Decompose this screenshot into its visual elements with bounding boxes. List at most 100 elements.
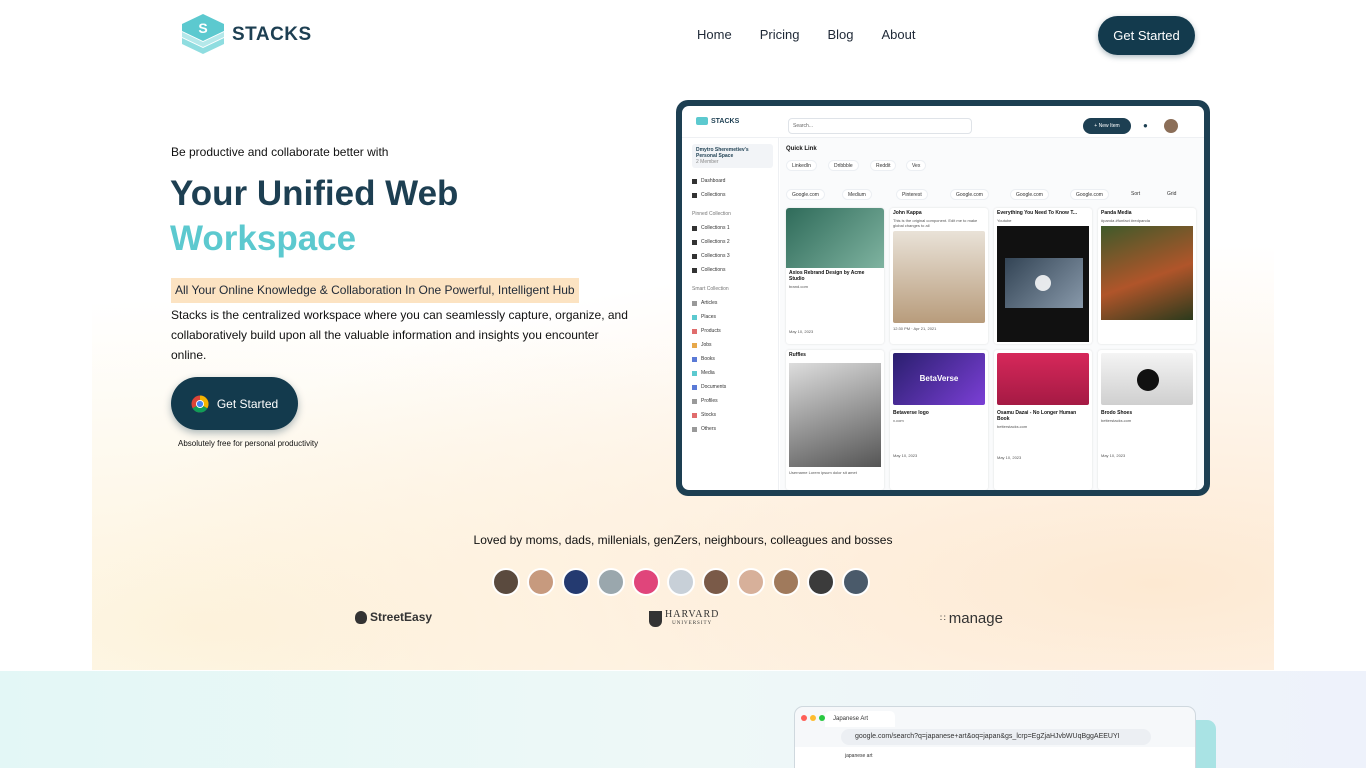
grid-icon <box>692 253 697 259</box>
browser-search-text: japanese art <box>845 753 873 759</box>
hero-title-line2: Workspace <box>170 219 357 258</box>
mock-sidebar-label: Articles <box>701 300 718 306</box>
harvard-shield-icon <box>649 611 662 627</box>
mock-sidebar-label: Collections <box>701 267 726 273</box>
mock-card-sub: betterstacks.com <box>997 424 1028 429</box>
mock-sidebar-label: Documents <box>701 384 727 390</box>
mock-card-image <box>893 231 985 323</box>
minimize-dot-icon <box>810 715 816 721</box>
home-icon <box>692 178 697 184</box>
mock-sort-button: Sort <box>1131 191 1141 197</box>
mock-card-title: Panda Media <box>1101 210 1132 216</box>
mock-filter-chip: Pinterest <box>896 189 928 200</box>
brand-label: HARVARD <box>665 609 720 620</box>
mock-smart-item: Media <box>692 370 715 376</box>
mock-sidebar-label: Products <box>701 328 721 334</box>
mock-grid-button: Grid <box>1167 191 1177 197</box>
mock-pinned-title: Pinned Collection <box>692 211 731 217</box>
mock-topbar: STACKS Search... + New Item ● <box>682 106 1204 138</box>
mock-card-date: May 10, 2023 <box>1101 453 1126 458</box>
mock-card-sub: betterstacks.com <box>1101 418 1132 423</box>
mock-smart-item: Stocks <box>692 412 716 418</box>
grid-icon <box>692 239 697 245</box>
mock-sidebar-label: Books <box>701 356 715 362</box>
avatar <box>492 568 520 596</box>
mock-card-image <box>1101 226 1193 320</box>
mock-filter-chip: Google.com <box>950 189 989 200</box>
mock-card: Axios Rebrand Design by Acme Studio bran… <box>786 208 884 344</box>
mock-card-title: Betaverse logo <box>893 410 929 416</box>
avatar <box>772 568 800 596</box>
jobs-icon <box>692 342 697 348</box>
mock-quick-link: Reddit <box>870 160 897 171</box>
site-logo[interactable]: S STACKS <box>178 14 312 56</box>
avatar <box>842 568 870 596</box>
mock-quick-link-title: Quick Link <box>786 146 817 152</box>
mock-quick-link: Vex <box>906 160 927 171</box>
mock-logo: STACKS <box>696 117 739 125</box>
avatar <box>807 568 835 596</box>
mock-card-sub: #panda #funfact #redpanda <box>1101 218 1150 223</box>
mock-bell-icon: ● <box>1143 121 1148 130</box>
mock-card-video <box>997 226 1089 342</box>
mock-card-sub: brand.com <box>789 284 808 289</box>
mock-sidebar-label: Collections 1 <box>701 225 730 231</box>
avatar <box>597 568 625 596</box>
mock-main: Quick Link LinkedIn Dribbble Reddit Vex … <box>780 138 1204 490</box>
nav-home[interactable]: Home <box>697 27 732 42</box>
mock-smart-item: Documents <box>692 384 726 390</box>
brand-manage: ∷ manage <box>940 610 1003 627</box>
mock-filter-chip: Google.com <box>1010 189 1049 200</box>
mock-card-title: Brodo Shoes <box>1101 410 1133 416</box>
logo-text: STACKS <box>232 24 312 45</box>
app-screenshot-inner: STACKS Search... + New Item ● Dmytro She… <box>682 106 1204 490</box>
places-icon <box>692 314 697 320</box>
avatar <box>737 568 765 596</box>
mock-card: Brodo Shoes betterstacks.com May 10, 202… <box>1098 350 1196 490</box>
nav-about[interactable]: About <box>881 27 915 42</box>
hero-cta-label: Get Started <box>216 396 279 411</box>
mock-card: Everything You Need To Know T... Youtube <box>994 208 1092 344</box>
brand-sublabel: UNIVERSITY <box>672 621 713 626</box>
hero-highlight: All Your Online Knowledge & Collaboratio… <box>171 278 579 303</box>
grid-icon <box>692 192 697 198</box>
mock-card-image <box>1101 353 1193 405</box>
dots-icon: ∷ <box>940 613 946 623</box>
nav-blog[interactable]: Blog <box>827 27 853 42</box>
mock-sidebar-label: Collections 2 <box>701 239 730 245</box>
mock-space-name: Dmytro Sheremetiev's Personal Space <box>696 147 749 159</box>
header-get-started-button[interactable]: Get Started <box>1098 16 1195 55</box>
mock-card: John Kappa This is the original componen… <box>890 208 988 344</box>
nav-pricing[interactable]: Pricing <box>760 27 800 42</box>
mock-smart-item: Articles <box>692 300 717 306</box>
close-dot-icon <box>801 715 807 721</box>
mock-smart-item: Books <box>692 356 715 362</box>
profiles-icon <box>692 398 697 404</box>
mock-card: Panda Media #panda #funfact #redpanda <box>1098 208 1196 344</box>
hero-get-started-button[interactable]: Get Started <box>171 377 298 430</box>
mock-sidebar-dashboard: Dashboard <box>692 178 725 184</box>
avatar <box>527 568 555 596</box>
mock-card-title: Ruffles <box>789 352 806 358</box>
mock-sidebar-label: Media <box>701 370 715 376</box>
avatar <box>702 568 730 596</box>
mock-space-members: 2 Member <box>696 159 719 165</box>
stocks-icon <box>692 412 697 418</box>
mock-pinned-item: Collections <box>692 267 725 273</box>
mock-card-image <box>997 353 1089 405</box>
brand-label: StreetEasy <box>370 610 433 624</box>
streeteasy-logo-icon <box>355 610 367 624</box>
mock-logo-icon <box>696 117 708 125</box>
chrome-icon <box>191 395 209 413</box>
articles-icon <box>692 300 697 306</box>
svg-text:S: S <box>198 20 207 36</box>
main-nav: Home Pricing Blog About <box>697 27 915 42</box>
brand-streeteasy: StreetEasy <box>355 610 432 624</box>
mock-sidebar-label: Profiles <box>701 398 718 404</box>
browser-preview: Japanese Art google.com/search?q=japanes… <box>794 706 1196 768</box>
mock-card-sub: Youtube <box>997 218 1012 223</box>
user-avatars <box>492 568 870 596</box>
browser-url-bar: google.com/search?q=japanese+art&oq=japa… <box>841 729 1151 745</box>
mock-pinned-item: Collections 1 <box>692 225 730 231</box>
mock-card-date: May 10, 2023 <box>997 455 1022 460</box>
